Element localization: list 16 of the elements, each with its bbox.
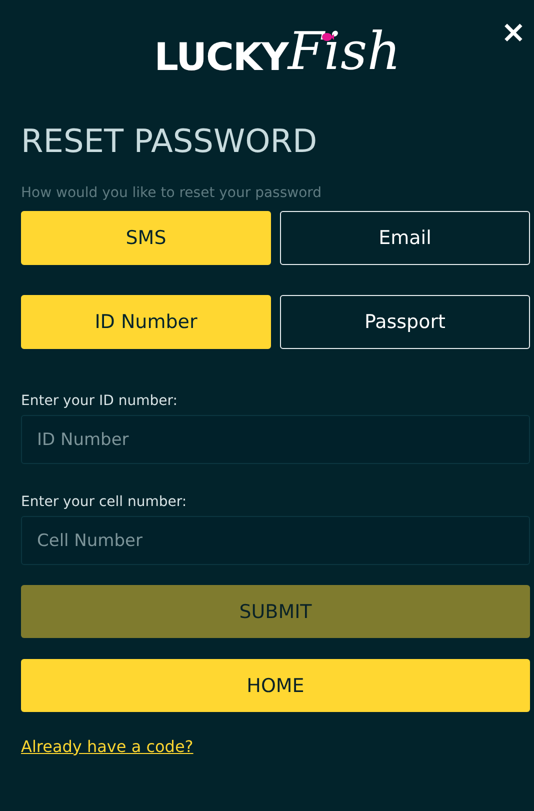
page-title: RESET PASSWORD: [21, 121, 318, 161]
logo-text: LUCKY: [154, 35, 288, 80]
subtitle: How would you like to reset your password: [21, 185, 323, 201]
home-button[interactable]: HOME: [21, 659, 530, 712]
input-field[interactable]: Cell Number: [21, 516, 530, 565]
input-field[interactable]: ID Number: [21, 415, 530, 464]
field-label: Enter your cell number:: [21, 494, 188, 510]
close-button[interactable]: ×: [496, 18, 530, 48]
code-link[interactable]: Already have a code?: [21, 737, 194, 756]
option-button[interactable]: Email: [280, 211, 530, 265]
option-button[interactable]: Passport: [280, 295, 530, 349]
fish-icon: [322, 32, 334, 42]
logo-script-text: Fish: [288, 24, 401, 80]
option-button[interactable]: ID Number: [21, 295, 271, 349]
field-label: Enter your ID number:: [21, 393, 178, 409]
option-button[interactable]: SMS: [21, 211, 271, 265]
